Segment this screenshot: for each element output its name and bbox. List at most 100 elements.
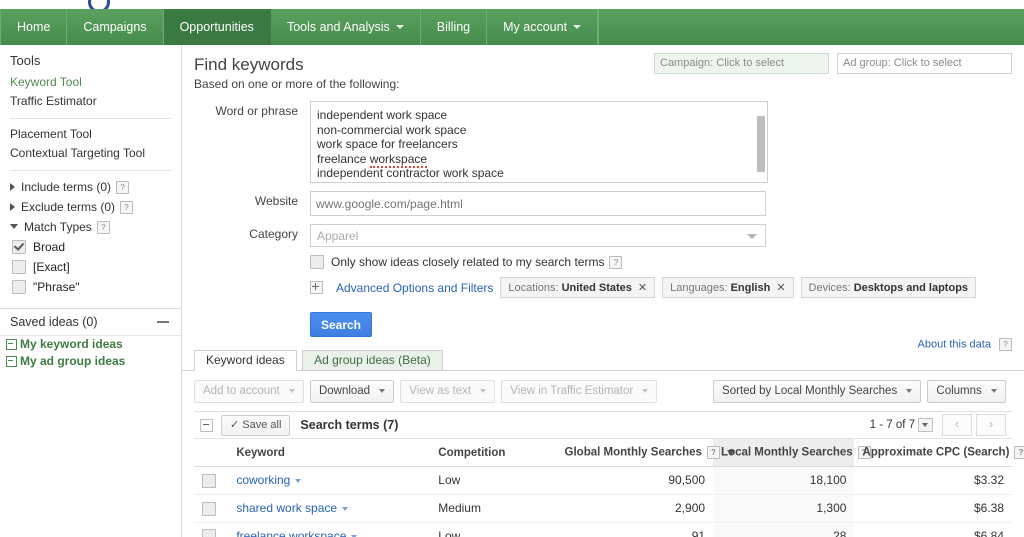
chevron-down-icon <box>991 388 997 393</box>
th-approximate-cpc[interactable]: Approximate CPC (Search)? <box>854 439 1024 467</box>
nav-item-my-account[interactable]: My account <box>487 9 599 45</box>
cell-competition: Low <box>430 466 557 495</box>
help-icon[interactable]: ? <box>116 180 130 194</box>
logo-strip <box>0 0 1024 9</box>
match-type-phrase[interactable]: "Phrase" <box>10 277 171 297</box>
only-related-label: Only show ideas closely related to my se… <box>331 255 605 269</box>
checkbox-exact[interactable] <box>12 260 26 274</box>
saved-item-my-keyword-ideas[interactable]: My keyword ideas <box>0 336 181 353</box>
saved-ideas-panel: Saved ideas (0) My keyword ideas My ad g… <box>0 308 181 537</box>
expander-plus-icon[interactable] <box>310 281 323 294</box>
expander-minus-icon[interactable] <box>6 356 17 367</box>
keyword-link[interactable]: shared work space <box>236 501 337 515</box>
saved-ideas-header: Saved ideas (0) <box>0 309 181 336</box>
table-row[interactable]: shared work space Medium 2,900 1,300 $6.… <box>194 494 1012 523</box>
category-value: Apparel <box>317 229 359 243</box>
help-icon[interactable]: ? <box>609 255 623 269</box>
page-size-dropdown-icon[interactable] <box>918 418 933 432</box>
button-label: Download <box>318 385 371 397</box>
help-icon[interactable]: ? <box>999 338 1012 351</box>
website-input[interactable] <box>310 191 766 216</box>
cell-competition: Medium <box>430 494 557 523</box>
sidebar-item-contextual-targeting-tool[interactable]: Contextual Targeting Tool <box>10 144 171 163</box>
view-as-text-button[interactable]: View as text <box>400 380 496 403</box>
chevron-down-icon <box>573 25 582 29</box>
help-icon[interactable]: ? <box>706 446 720 459</box>
tab-ad-group-ideas[interactable]: Ad group ideas (Beta) <box>302 350 443 370</box>
filter-match-types[interactable]: Match Types ? <box>10 217 171 237</box>
checkbox-only-related[interactable] <box>310 255 324 269</box>
checkbox-row[interactable] <box>202 473 216 488</box>
help-icon[interactable]: ? <box>120 200 134 214</box>
row-select-cell <box>194 466 229 495</box>
th-competition[interactable]: Competition <box>430 439 557 467</box>
chip-key: Devices: <box>808 281 851 294</box>
checkbox-row[interactable] <box>202 501 216 516</box>
sidebar-item-placement-tool[interactable]: Placement Tool <box>10 125 171 144</box>
keyword-line: non-commercial work space <box>317 122 467 137</box>
keyword-link[interactable]: freelance workspace <box>236 529 346 537</box>
nav-item-home[interactable]: Home <box>0 9 68 45</box>
download-button[interactable]: Download <box>309 380 395 403</box>
expander-minus-icon[interactable] <box>6 339 17 350</box>
save-all-button[interactable]: ✓ Save all <box>221 414 291 436</box>
filter-include-terms[interactable]: Include terms (0) ? <box>10 177 171 197</box>
keyword-link[interactable]: coworking <box>236 473 290 487</box>
nav-item-opportunities[interactable]: Opportunities <box>163 9 271 45</box>
view-in-traffic-estimator-button[interactable]: View in Traffic Estimator <box>501 380 658 403</box>
nav-item-campaigns[interactable]: Campaigns <box>67 9 164 45</box>
checkbox-phrase[interactable] <box>12 280 26 294</box>
chevron-down-icon <box>480 388 487 393</box>
keywords-textarea[interactable]: independent work space non-commercial wo… <box>310 101 768 183</box>
columns-button[interactable]: Columns <box>927 380 1006 403</box>
chevron-down-icon[interactable] <box>342 507 349 512</box>
checkbox-broad[interactable] <box>12 240 26 254</box>
filter-exclude-terms[interactable]: Exclude terms (0) ? <box>10 197 171 217</box>
advanced-options-link[interactable]: Advanced Options and Filters <box>336 281 493 295</box>
page-subtitle: Based on one or more of the following: <box>194 77 400 91</box>
prev-page-button[interactable]: ‹ <box>942 414 972 436</box>
match-type-broad[interactable]: Broad <box>10 237 171 257</box>
search-button[interactable]: Search <box>310 312 372 337</box>
saved-item-my-ad-group-ideas[interactable]: My ad group ideas <box>0 353 181 370</box>
about-this-data-link[interactable]: About this data ? <box>918 338 1012 351</box>
close-icon[interactable]: ✕ <box>776 281 785 294</box>
only-related-row[interactable]: Only show ideas closely related to my se… <box>310 255 1024 269</box>
textarea-scrollbar[interactable] <box>757 116 765 172</box>
th-select <box>194 439 229 467</box>
filter-chip-languages[interactable]: Languages: English ✕ <box>662 277 794 298</box>
th-keyword[interactable]: Keyword <box>228 439 431 467</box>
sidebar-item-traffic-estimator[interactable]: Traffic Estimator <box>10 92 171 111</box>
nav-item-billing[interactable]: Billing <box>421 9 488 45</box>
nav-item-tools-and-analysis[interactable]: Tools and Analysis <box>271 9 421 45</box>
sorted-by-button[interactable]: Sorted by Local Monthly Searches <box>713 380 922 403</box>
adgroup-selector[interactable]: Ad group: Click to select <box>837 53 1012 74</box>
collapse-group-icon[interactable] <box>200 418 213 432</box>
filter-chip-devices[interactable]: Devices: Desktops and laptops <box>800 277 977 298</box>
column-label: Competition <box>438 447 506 459</box>
th-global-monthly-searches[interactable]: Global Monthly Searches? <box>556 439 735 467</box>
cell-cpc: $3.32 <box>854 466 1012 495</box>
close-icon[interactable]: ✕ <box>638 281 647 294</box>
toolbar-right-group: Sorted by Local Monthly Searches Columns <box>713 380 1012 403</box>
category-select[interactable]: Apparel <box>310 224 766 247</box>
add-to-account-button[interactable]: Add to account <box>194 380 304 403</box>
table-row[interactable]: coworking Low 90,500 18,100 $3.32 <box>194 466 1012 495</box>
tab-keyword-ideas[interactable]: Keyword ideas <box>194 350 297 371</box>
match-type-label: Broad <box>33 240 66 254</box>
filter-chip-locations[interactable]: Locations: United States ✕ <box>500 277 656 298</box>
help-icon[interactable]: ? <box>96 220 110 234</box>
collapse-icon[interactable] <box>157 321 169 323</box>
keyword-line: work space for freelancers <box>317 137 458 152</box>
next-page-button[interactable]: › <box>976 414 1006 436</box>
help-icon[interactable]: ? <box>1014 446 1024 459</box>
sidebar-item-keyword-tool[interactable]: Keyword Tool <box>10 73 171 92</box>
chevron-down-icon[interactable] <box>295 479 302 484</box>
checkbox-row[interactable] <box>202 529 216 537</box>
th-local-monthly-searches[interactable]: Local Monthly Searches? <box>713 439 871 467</box>
table-row[interactable]: freelance workspace Low 91 28 $6.84 <box>194 522 1012 537</box>
sidebar-heading: Tools <box>10 53 41 68</box>
campaign-selector[interactable]: Campaign: Click to select <box>654 53 829 74</box>
match-type-exact[interactable]: [Exact] <box>10 257 171 277</box>
target-selectors: Campaign: Click to select Ad group: Clic… <box>654 53 1012 74</box>
